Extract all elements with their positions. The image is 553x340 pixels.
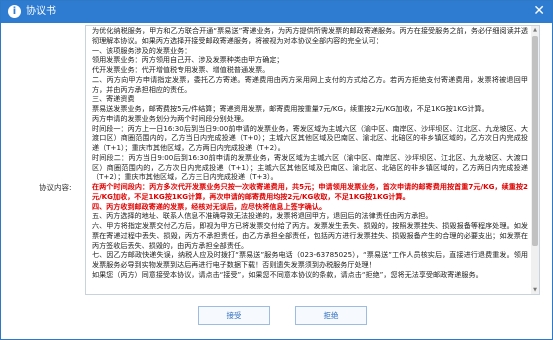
agreement-paragraph-3b: 丙方申请的发票业务划分为两个时间段分别处理。 (92, 113, 249, 123)
accept-button[interactable]: 接受 (198, 306, 270, 325)
agreement-paragraph-closing: 如果您（丙方）同意接受本协议，请点击“接受”，如果您不同意本协议的条款，请点击“… (92, 269, 483, 279)
agreement-paragraph-intro: 为优化纳税服务，甲方和乙方联合开通“票易送”寄递业务，为丙方提供所需发票的邮政寄… (92, 26, 528, 45)
agreement-paragraph-period-2: 时间段二：丙方当日9:00后到16:30前申请的发票业务，寄发区域为主城六区（渝… (92, 152, 528, 182)
scroll-down-icon[interactable]: ▼ (531, 286, 539, 294)
agreement-paragraph-5: 五、丙方选择的地址、联系人信息不准确导致无法投递的，发票将退回甲方，退回后的法律… (92, 211, 433, 221)
agreement-paragraph-2: 二、丙方向甲方申请指定发票，委托乙方寄递。寄递费用由丙方采用网上支付的方式给乙方… (92, 74, 528, 94)
agreement-dialog: i 协议书 ✕ 协议内容: 为优化纳税服务，甲方和乙方联合开通“票易送”寄递业务… (0, 0, 553, 340)
scrollbar-thumb[interactable] (532, 36, 538, 246)
agreement-paragraph-1b: 代开发票业务：代开增值税专用发票、增值税普通发票。 (92, 65, 270, 74)
agreement-paragraph-period-1: 时间段一：丙方上一日16:30后到当日9:00前申请的发票业务，寄发区域为主城六… (92, 123, 528, 153)
agreement-paragraph-4: 四、丙方收到邮政寄递的发票，经核对无误后，应尽快将信息上签字确认。 (92, 201, 327, 211)
reject-button[interactable]: 拒绝 (295, 306, 367, 325)
info-icon: i (8, 5, 21, 18)
agreement-paragraph-3: 三、寄递资费 (92, 94, 135, 104)
dialog-titlebar: i 协议书 ✕ (1, 1, 552, 23)
agreement-paragraph-6: 六、甲方将指定发票交付乙方后，即视为甲方已将发票交付给了丙方。发票发生丢失、损毁… (92, 221, 528, 250)
dialog-title: 协议书 (26, 6, 56, 17)
agreement-paragraph-7: 七、因乙方邮政快递失误，纳税人应及时拨打“票易送”服务电话（023-637850… (92, 250, 528, 269)
agreement-content-label: 协议内容: (39, 183, 72, 192)
agreement-paragraph-1a: 领用发票业务：丙方领用自己开、涉及发票种类由甲方确定； (92, 55, 284, 65)
close-icon[interactable]: ✕ (533, 3, 545, 19)
scroll-up-icon[interactable]: ▲ (531, 26, 539, 34)
agreement-text: 为优化纳税服务，甲方和乙方联合开通“票易送”寄递业务，为丙方提供所需发票的邮政寄… (92, 26, 528, 280)
agreement-content-box[interactable]: 为优化纳税服务，甲方和乙方联合开通“票易送”寄递业务，为丙方提供所需发票的邮政寄… (85, 25, 540, 295)
agreement-paragraph-fee-note: 在两个时间段内：丙方多次代开发票业务只按一次收寄递费用，共5元；申请领用发票业务… (92, 182, 528, 201)
content-scrollbar[interactable]: ▲ ▼ (531, 26, 539, 294)
agreement-paragraph-1: 一、该项服务涉及的发票业务： (92, 45, 192, 55)
agreement-paragraph-3a: 票易送发票业务，邮寄费按5元/件结算；寄递资用发票，邮寄费用按重量7元/KG，续… (92, 104, 489, 113)
